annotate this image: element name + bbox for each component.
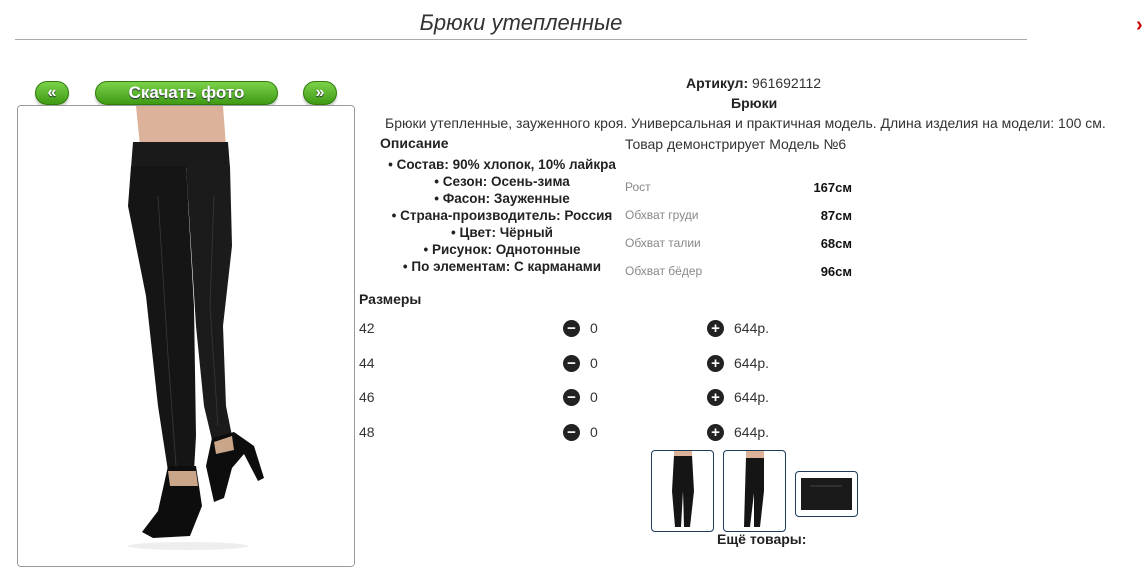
measurement-label: Обхват талии [625,236,701,250]
minus-circle-icon[interactable]: − [563,320,580,337]
quantity-value: 0 [590,389,598,405]
property-item: По элементам: С карманами [360,258,644,275]
measurement-value: 96см [820,264,852,279]
main-product-photo[interactable] [17,105,355,567]
next-photo-button[interactable]: » [303,81,337,105]
thumbnail-front[interactable] [651,450,714,532]
minus-circle-icon[interactable]: − [563,389,580,406]
plus-circle-icon[interactable]: + [707,355,724,372]
thumbnail-detail[interactable] [795,471,858,517]
product-description: Брюки утепленные, зауженного кроя. Униве… [385,115,1106,131]
product-type: Брюки [731,95,778,111]
plus-circle-icon[interactable]: + [707,424,724,441]
model-note: Товар демонстрирует Модель №6 [625,136,847,152]
description-heading: Описание [380,135,449,151]
property-item: Цвет: Чёрный [360,224,644,241]
price-value: 644р. [734,320,770,336]
thumbnail-image [672,451,694,527]
title-divider [15,39,1027,40]
quantity-value: 0 [590,424,598,440]
sizes-heading: Размеры [359,291,422,307]
thumbnail-side[interactable] [723,450,786,532]
price-value: 644р. [734,355,770,371]
more-goods-heading: Ещё товары: [717,531,807,547]
quantity-value: 0 [590,355,598,371]
plus-circle-icon[interactable]: + [707,389,724,406]
minus-circle-icon[interactable]: − [563,424,580,441]
minus-circle-icon[interactable]: − [563,355,580,372]
measurement-label: Обхват бёдер [625,264,703,278]
measurement-label: Обхват груди [625,208,699,222]
property-item: Рисунок: Однотонные [360,241,644,258]
thumbnail-image [801,478,852,510]
measurement-value: 167см [813,180,852,195]
property-item: Состав: 90% хлопок, 10% лайкра [360,156,644,173]
article-row: Артикул: 961692112 [686,75,821,91]
quantity-value: 0 [590,320,598,336]
plus-circle-icon[interactable]: + [707,320,724,337]
measurement-value: 68см [820,236,852,251]
article-value: 961692112 [752,75,822,91]
properties-list: Состав: 90% хлопок, 10% лайкра Сезон: Ос… [360,156,644,275]
property-item: Сезон: Осень-зима [360,173,644,190]
property-item: Фасон: Зауженные [360,190,644,207]
page-title: Брюки утепленные [419,10,623,35]
measurement-value: 87см [820,208,852,223]
prev-photo-button[interactable]: « [35,81,69,105]
article-label: Артикул: [686,75,749,91]
price-value: 644р. [734,389,770,405]
pants-photo-image [18,106,354,566]
measurement-label: Рост [625,180,651,194]
size-value: 48 [359,424,375,440]
download-photo-button[interactable]: Скачать фото [95,81,278,105]
size-value: 44 [359,355,375,371]
size-value: 46 [359,389,375,405]
price-value: 644р. [734,424,770,440]
corner-marker: › [1136,14,1143,36]
size-value: 42 [359,320,375,336]
thumbnail-image [744,451,764,527]
property-item: Страна-производитель: Россия [360,207,644,224]
